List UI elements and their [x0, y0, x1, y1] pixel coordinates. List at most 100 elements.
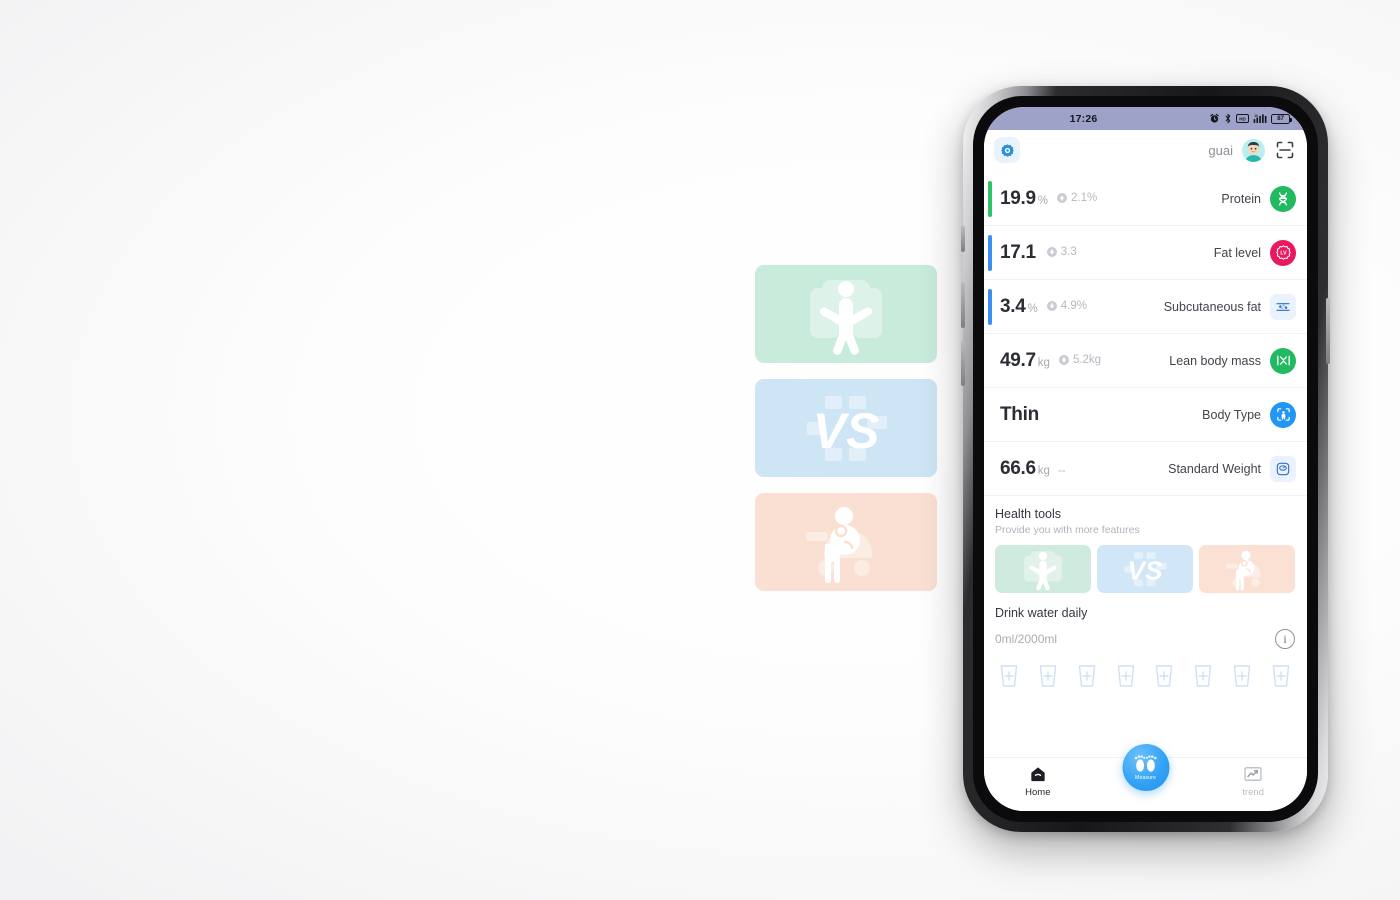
- nav-item-trend[interactable]: trend: [1218, 764, 1288, 798]
- table-row[interactable]: 19.9 % 2.1% Protein: [984, 172, 1307, 226]
- trend-down-icon: [1046, 300, 1057, 311]
- promo-card-stack: VS: [755, 265, 937, 591]
- water-glass-row: [995, 649, 1295, 689]
- metric-unit: %: [1037, 194, 1049, 207]
- level-badge-icon: LV: [1270, 239, 1296, 266]
- pregnancy-icon: [806, 507, 872, 583]
- water-glass-add-icon[interactable]: [1115, 663, 1137, 689]
- metric-label-group: Fat level LV: [1213, 239, 1296, 266]
- volume-up-button[interactable]: [961, 282, 965, 328]
- metric-delta-text: 2.1%: [1071, 191, 1098, 204]
- vs-icon: VS: [1124, 552, 1167, 587]
- pregnancy-icon: [1226, 550, 1261, 591]
- svg-text:HD: HD: [1239, 117, 1246, 122]
- phone-screen: 17:26 HD 10 87 guai 19.9 % 2.1% Protein …: [984, 107, 1307, 811]
- row-accent-bar: [988, 181, 992, 217]
- water-glass-add-icon[interactable]: [1153, 663, 1175, 689]
- person-measure-icon: [810, 280, 882, 355]
- metric-label-group: Body Type: [1202, 401, 1296, 428]
- section-title: Health tools: [995, 507, 1062, 521]
- metric-label: Fat level: [1213, 245, 1261, 260]
- user-avatar: [1242, 138, 1265, 162]
- metric-label: Body Type: [1202, 407, 1261, 422]
- metric-value-group: Thin: [1000, 404, 1041, 426]
- pregnancy-tool[interactable]: [1199, 545, 1295, 593]
- measure-button-label: Measure: [1135, 775, 1156, 781]
- nav-item-home[interactable]: Home: [1003, 764, 1073, 798]
- status-time: 17:26: [1069, 112, 1098, 125]
- metric-value-group: 17.1 3.3: [1000, 242, 1077, 264]
- row-accent-bar: [988, 235, 992, 271]
- table-row[interactable]: 17.1 3.3 Fat level LV: [984, 226, 1307, 280]
- water-glass-add-icon[interactable]: [1076, 663, 1098, 689]
- fat-cells-icon: [1270, 293, 1296, 320]
- mute-switch[interactable]: [961, 226, 965, 252]
- gear-icon: [1000, 143, 1014, 157]
- metric-delta: 4.9%: [1046, 300, 1087, 312]
- water-glass-add-icon[interactable]: [1037, 663, 1059, 689]
- user-name[interactable]: guai: [1208, 143, 1233, 158]
- metrics-list: 19.9 % 2.1% Protein 17.1 3.3 Fat level L…: [984, 170, 1307, 496]
- metric-value: Thin: [1000, 403, 1039, 425]
- metric-delta: 2.1%: [1056, 192, 1097, 204]
- status-bar: 17:26 HD 10 87: [984, 107, 1307, 130]
- metric-delta-text: 3.3: [1060, 245, 1077, 258]
- settings-button[interactable]: [994, 137, 1020, 163]
- metric-value-group: 66.6 kg --: [1000, 458, 1066, 480]
- hd-icon: HD: [1236, 114, 1249, 123]
- info-icon[interactable]: i: [1275, 629, 1295, 649]
- measure-button[interactable]: Measure: [1122, 744, 1169, 791]
- home-scale-icon: [1031, 767, 1045, 782]
- metric-value: 66.6: [1000, 457, 1036, 479]
- section-subtitle: Provide you with more features: [995, 524, 1140, 536]
- svg-text:VS: VS: [1128, 555, 1163, 585]
- person-measure-icon: [1024, 551, 1062, 591]
- metric-value-group: 3.4 % 4.9%: [1000, 296, 1087, 318]
- body-measure-promo[interactable]: [755, 265, 937, 363]
- water-title: Drink water daily: [995, 606, 1088, 620]
- phone-device: 17:26 HD 10 87 guai 19.9 % 2.1% Protein …: [961, 86, 1330, 832]
- volume-down-button[interactable]: [961, 340, 965, 386]
- table-row[interactable]: Thin Body Type: [984, 388, 1307, 442]
- avatar[interactable]: [1242, 138, 1265, 162]
- app-header: guai: [984, 130, 1307, 170]
- metric-label-group: Protein: [1221, 185, 1296, 212]
- table-row[interactable]: 49.7 kg 5.2kg Lean body mass: [984, 334, 1307, 388]
- water-glass-add-icon[interactable]: [1270, 663, 1292, 689]
- body-measure-tool[interactable]: [995, 545, 1091, 593]
- metric-value: 3.4: [1000, 295, 1026, 317]
- table-row[interactable]: 66.6 kg -- Standard Weight: [984, 442, 1307, 496]
- power-button[interactable]: [1326, 298, 1330, 364]
- health-tools-section: Health tools Provide you with more featu…: [984, 496, 1307, 593]
- metric-label-group: Lean body mass: [1169, 347, 1296, 374]
- compare-tool[interactable]: VS: [1097, 545, 1193, 593]
- scan-button[interactable]: [1274, 140, 1295, 161]
- dna-icon: [1270, 185, 1296, 212]
- trend-chart-icon: [1244, 767, 1262, 781]
- metric-delta-text: 5.2kg: [1072, 353, 1102, 366]
- water-glass-add-icon[interactable]: [1231, 663, 1253, 689]
- bluetooth-icon: [1225, 113, 1231, 124]
- metric-unit: %: [1027, 302, 1038, 315]
- pregnancy-promo[interactable]: [755, 493, 937, 591]
- body-scan-icon: [1270, 401, 1296, 428]
- table-row[interactable]: 3.4 % 4.9% Subcutaneous fat: [984, 280, 1307, 334]
- compare-promo[interactable]: VS: [755, 379, 937, 477]
- metric-delta: 3.3: [1046, 246, 1077, 258]
- metric-label: Standard Weight: [1168, 461, 1261, 476]
- metric-label-group: Standard Weight: [1168, 455, 1296, 482]
- muscle-icon: [1270, 347, 1296, 374]
- water-glass-add-icon[interactable]: [1192, 663, 1214, 689]
- metric-value: 19.9: [1000, 187, 1036, 209]
- water-amount: 0ml/2000ml: [995, 632, 1058, 646]
- battery-icon: 87: [1271, 113, 1292, 124]
- bottom-navigation: Home trend Measure: [984, 744, 1307, 811]
- row-accent-bar: [988, 289, 992, 325]
- metric-label-group: Subcutaneous fat: [1163, 293, 1296, 320]
- signal-icon: 10: [1253, 114, 1267, 123]
- trend-up-icon: [1057, 192, 1068, 203]
- water-glass-add-icon[interactable]: [998, 663, 1020, 689]
- metric-label: Subcutaneous fat: [1163, 299, 1261, 314]
- metric-unit: kg: [1037, 464, 1050, 477]
- nav-label-trend: trend: [1242, 787, 1264, 798]
